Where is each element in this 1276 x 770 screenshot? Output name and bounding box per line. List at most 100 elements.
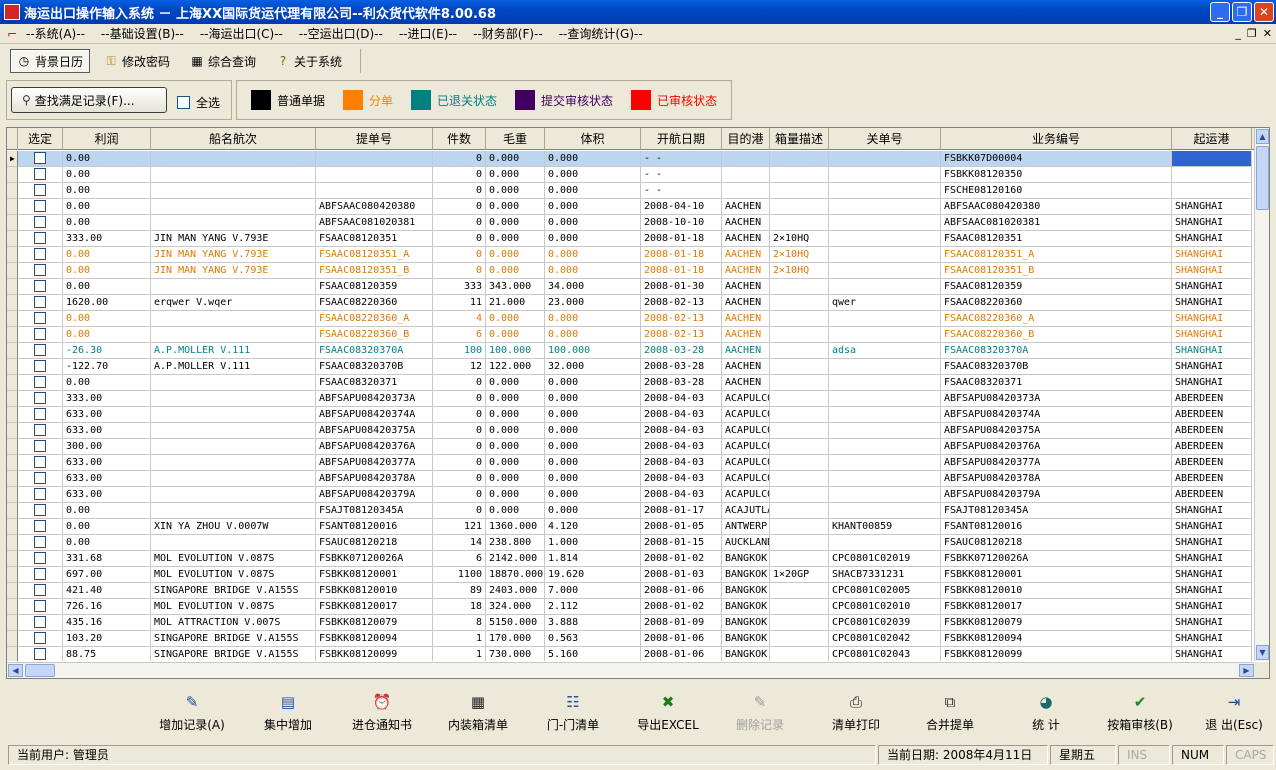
cell-box[interactable] [770,471,829,487]
cell-bl[interactable]: FSBKK08120079 [316,615,433,631]
cell-customs[interactable] [829,455,941,471]
cell-vessel[interactable]: A.P.MOLLER V.111 [151,343,316,359]
header-col-pcs[interactable]: 件数 [433,128,486,150]
cell-customs[interactable] [829,407,941,423]
row-indicator-cell[interactable] [7,359,18,375]
cell-profit[interactable]: 0.00 [63,519,151,535]
cell-customs[interactable]: CPC0801C02005 [829,583,941,599]
row-select-checkbox[interactable] [34,200,46,212]
cell-profit[interactable]: 633.00 [63,487,151,503]
cell-gw[interactable]: 0.000 [486,247,545,263]
cell-gw[interactable]: 0.000 [486,327,545,343]
cell-bl[interactable]: ABFSAPU08420378A [316,471,433,487]
batch-add-button[interactable]: ▤ 集中增加 [238,688,338,733]
header-col-profit[interactable]: 利润 [63,128,151,150]
cell-profit[interactable]: 0.00 [63,279,151,295]
cell-gw[interactable]: 2403.000 [486,583,545,599]
row-select-checkbox[interactable] [34,536,46,548]
table-row[interactable]: -26.30 A.P.MOLLER V.111 FSAAC08320370A 100 1… [7,343,1255,359]
records-grid[interactable]: 选定 利润 船名航次 提单号 件数 毛重 体积 开航日期 目的港 箱量描述 关单号 业务编号 起运港 ▶… [6,127,1270,679]
cell-biz[interactable]: ABFSAPU08420374A [941,407,1172,423]
cell-pcs[interactable]: 333 [433,279,486,295]
scroll-left-arrow-icon[interactable]: ◀ [8,664,23,677]
cell-gw[interactable]: 0.000 [486,455,545,471]
cell-bl[interactable]: FSAJT08120345A [316,503,433,519]
cell-customs[interactable]: KHANT00859 [829,519,941,535]
row-select-checkbox[interactable] [34,168,46,180]
cell-pol[interactable] [1172,183,1252,199]
cell-date[interactable]: 2008-04-03 [641,487,722,503]
cell-dest[interactable]: AUCKLAND [722,535,770,551]
cell-bl[interactable] [316,167,433,183]
cell-pol[interactable]: SHANGHAI [1172,567,1252,583]
cell-vessel[interactable]: SINGAPORE BRIDGE V.A155S [151,583,316,599]
cell-vol[interactable]: 0.000 [545,167,641,183]
cell-vessel[interactable]: MOL ATTRACTION V.007S [151,615,316,631]
cell-dest[interactable]: ACAPULCO [722,423,770,439]
cell-customs[interactable] [829,423,941,439]
row-select-checkbox[interactable] [34,264,46,276]
cell-profit[interactable]: 0.00 [63,151,151,167]
cell-profit[interactable]: 633.00 [63,423,151,439]
cell-biz[interactable]: FSAAC08320371 [941,375,1172,391]
cell-gw[interactable]: 0.000 [486,311,545,327]
mdi-restore-button[interactable]: ❐ [1247,27,1257,40]
cell-bl[interactable] [316,151,433,167]
cell-vessel[interactable] [151,455,316,471]
cell-profit[interactable]: -122.70 [63,359,151,375]
cell-gw[interactable]: 0.000 [486,407,545,423]
cell-bl[interactable]: FSAAC08320370A [316,343,433,359]
table-row[interactable]: 435.16 MOL ATTRACTION V.007S FSBKK08120079… [7,615,1255,631]
cell-vessel[interactable] [151,279,316,295]
cell-dest[interactable]: AACHEN [722,359,770,375]
row-indicator-cell[interactable] [7,375,18,391]
cell-box[interactable] [770,519,829,535]
current-row-pointer-icon[interactable]: ▶ [7,151,18,167]
cell-box[interactable] [770,151,829,167]
cell-bl[interactable]: FSAAC08220360_A [316,311,433,327]
cell-profit[interactable]: 333.00 [63,231,151,247]
cell-box[interactable] [770,183,829,199]
cell-biz[interactable]: ABFSAPU08420375A [941,423,1172,439]
cell-profit[interactable]: 0.00 [63,535,151,551]
mdi-close-button[interactable]: ✕ [1263,27,1272,40]
cell-pcs[interactable]: 0 [433,423,486,439]
cell-vessel[interactable] [151,439,316,455]
cell-date[interactable]: 2008-02-13 [641,311,722,327]
maximize-button[interactable]: ❐ [1232,2,1252,22]
cell-biz[interactable]: FSANT08120016 [941,519,1172,535]
row-indicator-cell[interactable] [7,423,18,439]
menu-query-statistics[interactable]: --查询统计(G)-- [559,25,643,42]
cell-vol[interactable]: 100.000 [545,343,641,359]
cell-vessel[interactable]: A.P.MOLLER V.111 [151,359,316,375]
cell-vessel[interactable] [151,407,316,423]
row-indicator-cell[interactable] [7,295,18,311]
cell-customs[interactable] [829,231,941,247]
cell-customs[interactable] [829,359,941,375]
header-col-box[interactable]: 箱量描述 [770,128,829,150]
cell-bl[interactable]: FSAAC08220360_B [316,327,433,343]
cell-date[interactable]: 2008-01-17 [641,503,722,519]
cell-vol[interactable]: 0.563 [545,631,641,647]
cell-profit[interactable]: 633.00 [63,407,151,423]
cell-box[interactable] [770,391,829,407]
cell-box[interactable] [770,295,829,311]
cell-gw[interactable]: 0.000 [486,167,545,183]
cell-vessel[interactable]: JIN MAN YANG V.793E [151,247,316,263]
header-col-bl[interactable]: 提单号 [316,128,433,150]
table-row[interactable]: -122.70 A.P.MOLLER V.111 FSAAC08320370B 12 1… [7,359,1255,375]
row-select-checkbox[interactable] [34,392,46,404]
cell-vol[interactable]: 0.000 [545,439,641,455]
cell-pcs[interactable]: 0 [433,231,486,247]
cell-profit[interactable]: 633.00 [63,455,151,471]
cell-bl[interactable]: FSAAC08120351_A [316,247,433,263]
cell-vol[interactable]: 0.000 [545,407,641,423]
cell-box[interactable] [770,535,829,551]
cell-date[interactable]: 2008-01-30 [641,279,722,295]
cell-customs[interactable]: CPC0801C02039 [829,615,941,631]
cell-profit[interactable]: 0.00 [63,263,151,279]
cell-pcs[interactable]: 1100 [433,567,486,583]
row-indicator-cell[interactable] [7,487,18,503]
cell-pol[interactable]: ABERDEEN [1172,487,1252,503]
cell-biz[interactable]: FSAAC08320370A [941,343,1172,359]
